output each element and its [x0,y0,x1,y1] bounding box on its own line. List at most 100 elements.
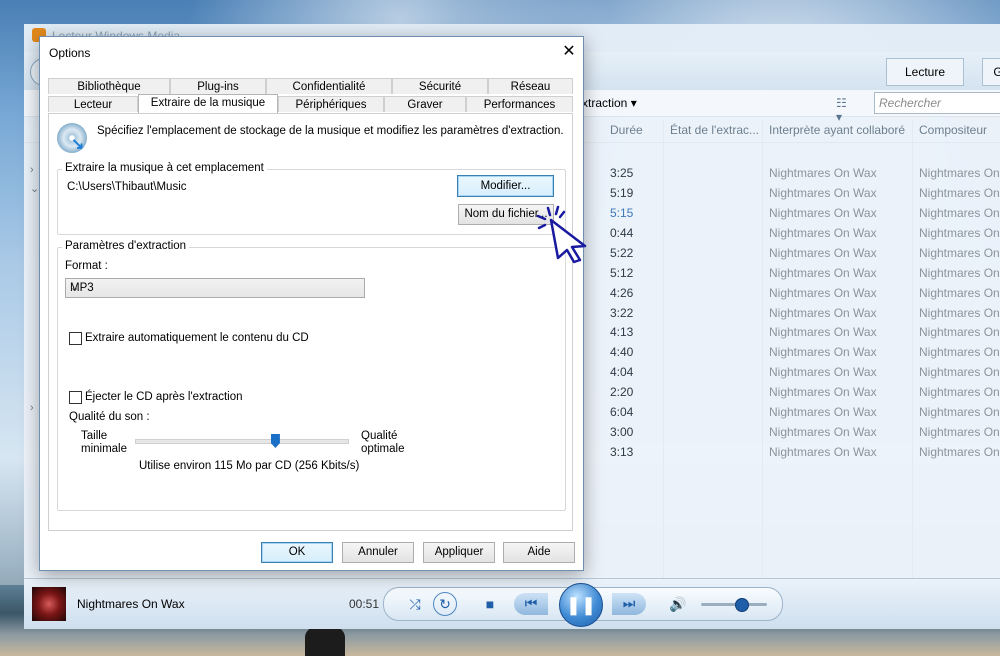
location-group-title: Extraire la musique à cet emplacement [62,162,267,174]
chevron-right-icon[interactable]: › [30,164,34,176]
track-composer: Nightmares On [919,325,1000,340]
track-composer: Nightmares On [919,405,1000,420]
track-composer: Nightmares On [919,225,1000,240]
help-button[interactable]: Aide [503,542,575,563]
volume-slider-handle[interactable] [734,598,749,612]
track-composer: Nightmares On [919,445,1000,460]
auto-rip-checkbox[interactable] [69,332,82,345]
track-duration: 6:04 [610,405,634,420]
column-rip-status[interactable]: État de l'extrac... [670,123,759,137]
tab-rip-music[interactable]: Extraire de la musique [138,94,278,113]
quality-info-text: Utilise environ 115 Mo par CD (256 Kbits… [139,460,360,472]
column-composer[interactable]: Compositeur [919,123,987,137]
tab-performance[interactable]: Performances [466,96,573,112]
track-contributing-artist: Nightmares On Wax [769,245,877,260]
column-duration[interactable]: Durée [610,123,643,137]
pause-icon[interactable]: ❚❚ [559,583,603,627]
now-playing-artist: Nightmares On Wax [77,597,185,611]
dialog-title: Options [49,46,91,60]
track-contributing-artist: Nightmares On Wax [769,166,877,180]
elapsed-time: 00:51 [349,597,380,611]
search-input[interactable]: Rechercher [874,92,1000,114]
track-composer: Nightmares On [919,265,1000,280]
track-duration: 3:00 [610,425,634,440]
search-placeholder: Rechercher [879,96,942,110]
extraction-menu[interactable]: xtraction ▾ [582,96,637,110]
chevron-right-icon[interactable]: › [30,402,34,414]
track-composer: Nightmares On [919,166,1000,180]
tab-network[interactable]: Réseau [488,78,573,94]
track-duration: 3:13 [610,445,634,460]
rip-music-panel: ↘ Spécifiez l'emplacement de stockage de… [48,113,573,531]
next-track-icon[interactable]: ⏭ [612,593,646,615]
format-select[interactable]: MP3 ⌄ [65,278,365,298]
desktop-person-silhouette [305,625,345,656]
track-composer: Nightmares On [919,345,1000,360]
tab-burn[interactable]: Graver [384,96,466,112]
track-contributing-artist: Nightmares On Wax [769,425,877,440]
chevron-down-icon[interactable]: ⌄ [30,182,39,195]
track-contributing-artist: Nightmares On Wax [769,445,877,460]
track-contributing-artist: Nightmares On Wax [769,265,877,280]
track-composer: Nightmares On [919,365,1000,380]
track-composer: Nightmares On [919,245,1000,260]
track-contributing-artist: Nightmares On Wax [769,225,877,240]
rip-settings-group-title: Paramètres d'extraction [62,240,190,252]
cancel-button[interactable]: Annuler [342,542,414,563]
track-contributing-artist: Nightmares On Wax [769,325,877,340]
options-dialog: Options ✕ Bibliothèque Plug-ins Confiden… [39,36,584,571]
shuffle-icon[interactable]: ⤮ [405,594,425,614]
tab-player[interactable]: Lecteur [48,96,138,112]
stop-icon[interactable]: ■ [480,594,500,614]
track-composer: Nightmares On [919,205,1000,220]
track-duration: 3:25 [610,166,634,180]
track-duration: 4:13 [610,325,634,340]
rip-location-path: C:\Users\Thibaut\Music [67,181,187,193]
album-art[interactable] [32,587,66,621]
track-composer: Nightmares On [919,185,1000,200]
volume-icon[interactable]: 🔊 [668,594,688,614]
track-contributing-artist: Nightmares On Wax [769,205,877,220]
auto-rip-label: Extraire automatiquement le contenu du C… [85,332,309,344]
track-contributing-artist: Nightmares On Wax [769,345,877,360]
tab-g[interactable]: G [982,58,1000,86]
player-bar: Nightmares On Wax 00:51 ⤮ ↻ ■ ⏮ ❚❚ ⏭ 🔊 [24,578,1000,629]
track-composer: Nightmares On [919,305,1000,320]
track-duration: 4:04 [610,365,634,380]
chevron-down-icon: ▾ [630,96,637,110]
eject-cd-checkbox[interactable] [69,391,82,404]
quality-max-label: Qualité optimale [361,430,405,455]
chevron-down-icon: ⌄ [70,282,80,294]
track-contributing-artist: Nightmares On Wax [769,285,877,300]
tab-plugins[interactable]: Plug-ins [170,78,266,94]
ok-button[interactable]: OK [261,542,333,563]
tab-lecture[interactable]: Lecture [886,58,964,86]
modify-location-button[interactable]: Modifier... [457,175,554,197]
download-arrow-icon: ↘ [71,136,85,153]
extraction-menu-label: xtraction [582,96,628,110]
audio-quality-label: Qualité du son : [69,411,150,423]
track-duration: 3:22 [610,305,634,320]
tab-devices[interactable]: Périphériques [278,96,384,112]
tab-privacy[interactable]: Confidentialité [266,78,392,94]
track-duration: 4:40 [610,345,634,360]
track-contributing-artist: Nightmares On Wax [769,185,877,200]
track-composer: Nightmares On [919,425,1000,440]
track-contributing-artist: Nightmares On Wax [769,405,877,420]
column-contributing-artist[interactable]: Interprète ayant collaboré [769,123,905,137]
track-composer: Nightmares On [919,285,1000,300]
track-composer: Nightmares On [919,385,1000,400]
repeat-icon[interactable]: ↻ [433,592,457,616]
track-duration: 2:20 [610,385,634,400]
apply-button[interactable]: Appliquer [423,542,495,563]
quality-min-label: Taille minimale [81,430,128,455]
close-icon[interactable]: ✕ [559,42,579,62]
previous-track-icon[interactable]: ⏮ [514,593,548,615]
audio-quality-slider[interactable] [135,439,349,444]
track-duration: 4:26 [610,285,634,300]
track-duration: 0:44 [610,225,634,240]
mouse-pointer-icon [536,205,587,264]
tab-security[interactable]: Sécurité [392,78,488,94]
view-options-icon[interactable]: ☷ ▾ [836,96,850,124]
tab-library[interactable]: Bibliothèque [48,78,170,94]
